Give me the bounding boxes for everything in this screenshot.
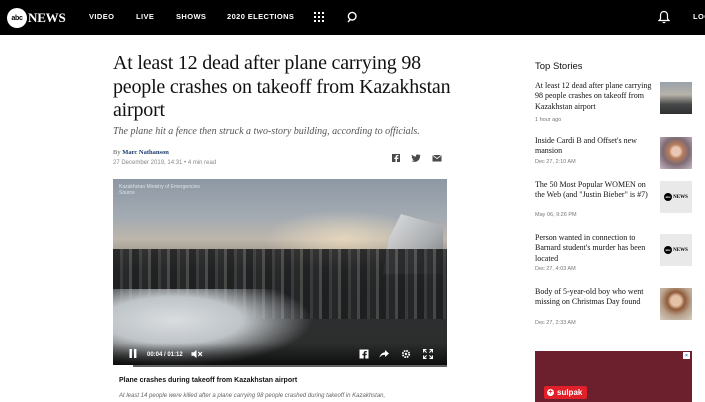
- video-progress-track[interactable]: [113, 365, 447, 367]
- story-headline[interactable]: The 50 Most Popular WOMEN on the Web (an…: [535, 180, 655, 201]
- bell-icon[interactable]: [658, 10, 670, 24]
- story-headline[interactable]: Inside Cardi B and Offset's new mansion: [535, 136, 655, 157]
- plus-icon: +: [547, 389, 554, 396]
- current-time: 00:04: [147, 352, 163, 358]
- logo-word: NEWS: [28, 10, 66, 25]
- story-time: Dec 27, 2:33 AM: [535, 320, 576, 326]
- facebook-share-icon[interactable]: [359, 349, 369, 359]
- video-time: 00:04 / 01:12: [147, 352, 183, 358]
- nav-item-video[interactable]: VIDEO: [89, 12, 114, 21]
- login-link[interactable]: LOG: [693, 12, 705, 21]
- search-icon[interactable]: [347, 11, 359, 23]
- story-thumbnail[interactable]: [660, 137, 692, 169]
- email-icon[interactable]: [432, 153, 442, 163]
- story-headline[interactable]: At least 12 dead after plane carrying 98…: [535, 81, 655, 112]
- story-item[interactable]: At least 12 dead after plane carrying 98…: [535, 81, 692, 131]
- nav-item-shows[interactable]: SHOWS: [176, 12, 206, 21]
- story-time: May 06, 9:26 PM: [535, 212, 577, 218]
- ad-brand-name: sulpak: [557, 388, 583, 397]
- article-subhead: The plane hit a fence then struck a two-…: [113, 126, 420, 137]
- video-watermark: Kazakhstan Ministry of Emergencies Sourc…: [119, 184, 200, 196]
- ad-close-icon[interactable]: ×: [683, 352, 690, 359]
- advertisement[interactable]: × + sulpak: [535, 351, 692, 402]
- story-item[interactable]: Inside Cardi B and Offset's new mansion …: [535, 136, 692, 176]
- story-item[interactable]: Person wanted in connection to Barnard s…: [535, 233, 692, 278]
- share-arrow-icon[interactable]: [379, 349, 389, 359]
- video-caption-description: At least 14 people were killed after a p…: [119, 393, 386, 399]
- story-thumbnail[interactable]: abc NEWS: [660, 181, 692, 213]
- video-progress-fill: [113, 365, 134, 367]
- abc-news-logo[interactable]: abc NEWS: [7, 8, 66, 28]
- story-thumbnail[interactable]: [660, 288, 692, 320]
- top-stories-title: Top Stories: [535, 61, 583, 72]
- video-player[interactable]: Kazakhstan Ministry of Emergencies Sourc…: [113, 179, 447, 367]
- facebook-icon[interactable]: [391, 153, 401, 163]
- story-time: Dec 27, 2:10 AM: [535, 159, 576, 165]
- duration: 01:12: [167, 352, 183, 358]
- byline: By Marc Nathanson: [113, 149, 169, 156]
- abc-news-logo-icon: abc NEWS: [664, 193, 688, 201]
- more-grid-icon[interactable]: [314, 12, 324, 22]
- settings-gear-icon[interactable]: [401, 349, 411, 359]
- story-thumbnail[interactable]: abc NEWS: [660, 234, 692, 266]
- story-item[interactable]: The 50 Most Popular WOMEN on the Web (an…: [535, 180, 692, 225]
- story-time: Dec 27, 4:03 AM: [535, 266, 576, 272]
- ad-brand-logo: + sulpak: [544, 386, 588, 399]
- twitter-icon[interactable]: [411, 153, 421, 163]
- story-item[interactable]: Body of 5-year-old boy who went missing …: [535, 287, 692, 332]
- story-thumbnail[interactable]: [660, 82, 692, 114]
- author-link[interactable]: Marc Nathanson: [122, 149, 169, 156]
- pause-icon[interactable]: [129, 349, 137, 358]
- video-caption-title: Plane crashes during takeoff from Kazakh…: [119, 377, 298, 384]
- mute-icon[interactable]: [191, 349, 203, 359]
- abc-news-logo-icon: abc NEWS: [664, 246, 688, 254]
- watermark-line-2: Source: [119, 190, 135, 196]
- video-controls: 00:04 / 01:12: [113, 343, 447, 367]
- logo-circle: abc: [7, 8, 27, 28]
- nav-item-live[interactable]: LIVE: [136, 12, 154, 21]
- story-time: 1 hour ago: [535, 117, 562, 123]
- top-nav-bar: abc NEWS VIDEO LIVE SHOWS 2020 ELECTIONS…: [0, 0, 705, 35]
- fullscreen-icon[interactable]: [423, 349, 433, 359]
- story-headline[interactable]: Person wanted in connection to Barnard s…: [535, 233, 655, 264]
- byline-prefix: By: [113, 149, 123, 156]
- article-headline: At least 12 dead after plane carrying 98…: [113, 52, 451, 122]
- story-headline[interactable]: Body of 5-year-old boy who went missing …: [535, 287, 655, 308]
- nav-item-2020-elections[interactable]: 2020 ELECTIONS: [227, 12, 294, 21]
- article-dateline: 27 December 2019, 14:31 • 4 min read: [113, 160, 217, 166]
